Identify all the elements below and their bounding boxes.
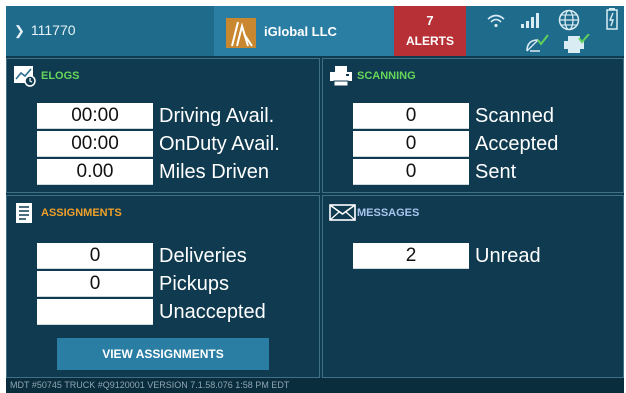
alerts-button[interactable]: 7 ALERTS xyxy=(394,6,466,56)
top-bar: ❯ 111770 iGlobal LLC 7 ALERTS xyxy=(6,6,624,56)
unaccepted-value xyxy=(37,299,153,325)
driver-id-text: 111770 xyxy=(30,22,76,38)
scanning-title: SCANNING xyxy=(357,70,416,82)
company-name: iGlobal LLC xyxy=(264,24,337,39)
driving-avail-value: 00:00 xyxy=(37,103,153,129)
battery-icon xyxy=(606,8,618,30)
elogs-chart-icon xyxy=(14,66,36,87)
alerts-count: 7 xyxy=(426,13,434,28)
unread-label: Unread xyxy=(475,245,541,267)
globe-icon xyxy=(558,9,580,31)
sent-label: Sent xyxy=(475,161,517,183)
assignments-panel[interactable]: ASSIGNMENTS 0 Deliveries 0 Pickups Unacc… xyxy=(6,195,320,378)
pickups-label: Pickups xyxy=(159,273,230,295)
printer-check-icon xyxy=(564,34,590,53)
messages-panel[interactable]: MESSAGES 2 Unread xyxy=(322,195,624,378)
deliveries-value: 0 xyxy=(37,243,153,269)
messages-title: MESSAGES xyxy=(357,207,420,219)
unaccepted-label: Unaccepted xyxy=(159,301,266,323)
miles-driven-value: 0.00 xyxy=(37,159,153,185)
status-icons xyxy=(476,6,624,56)
scanning-panel[interactable]: SCANNING 0 Scanned 0 Accepted 0 Sent xyxy=(322,58,624,193)
satellite-check-icon xyxy=(526,34,549,52)
onduty-avail-value: 00:00 xyxy=(37,131,153,157)
chevron-right-icon: ❯ xyxy=(14,23,25,38)
accepted-label: Accepted xyxy=(475,133,559,155)
company-logo xyxy=(226,18,256,48)
miles-driven-label: Miles Driven xyxy=(159,161,270,183)
envelope-icon xyxy=(329,204,356,221)
onduty-avail-label: OnDuty Avail. xyxy=(159,133,280,155)
assignments-title: ASSIGNMENTS xyxy=(41,207,122,219)
company-badge: iGlobal LLC xyxy=(214,6,394,56)
elogs-title: ELOGS xyxy=(41,70,80,82)
driver-selector[interactable]: ❯ 111770 xyxy=(14,22,76,39)
scanned-label: Scanned xyxy=(475,105,554,127)
view-assignments-button[interactable]: VIEW ASSIGNMENTS xyxy=(57,338,269,370)
elogs-panel[interactable]: ELOGS 00:00 Driving Avail. 00:00 OnDuty … xyxy=(6,58,320,193)
scanner-printer-icon xyxy=(330,66,352,87)
status-footer: MDT #50745 TRUCK #Q9120001 VERSION 7.1.5… xyxy=(6,378,624,393)
signal-icon xyxy=(521,13,539,28)
pickups-value: 0 xyxy=(37,271,153,297)
accepted-value: 0 xyxy=(353,131,469,157)
driving-avail-label: Driving Avail. xyxy=(159,105,275,127)
sent-value: 0 xyxy=(353,159,469,185)
app-screen: ❯ 111770 iGlobal LLC 7 ALERTS ELOGS 00:0… xyxy=(6,6,624,393)
deliveries-label: Deliveries xyxy=(159,245,247,267)
alerts-label: ALERTS xyxy=(406,34,454,48)
assignments-document-icon xyxy=(16,203,32,223)
unread-value: 2 xyxy=(353,243,469,269)
wifi-icon xyxy=(487,14,505,28)
scanned-value: 0 xyxy=(353,103,469,129)
